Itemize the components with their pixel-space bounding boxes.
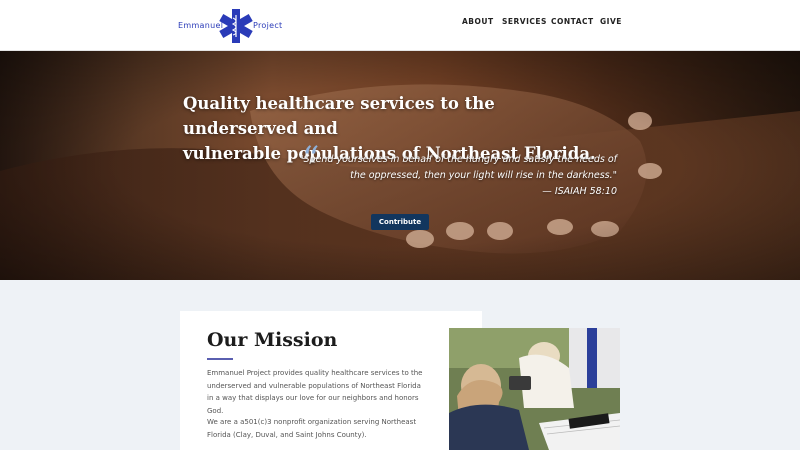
- mission-paragraph-1: Emmanuel Project provides quality health…: [207, 369, 423, 415]
- blood-pressure-check-image: [449, 328, 620, 450]
- scripture-quote: "Spend yourselves in behalf of the hungr…: [297, 152, 617, 200]
- hero-title-line-1: Quality healthcare services to the under…: [183, 94, 495, 138]
- hero-banner: Quality healthcare services to the under…: [0, 51, 800, 280]
- contribute-button[interactable]: Contribute: [371, 214, 429, 230]
- logo-word-project: Project: [253, 21, 283, 30]
- quote-line-2: the oppressed, then your light will rise…: [350, 170, 617, 181]
- nav-services[interactable]: SERVICES: [502, 17, 547, 26]
- nav-contact[interactable]: CONTACT: [551, 17, 594, 26]
- nav-give[interactable]: GIVE: [600, 17, 622, 26]
- nav-about[interactable]: ABOUT: [462, 17, 494, 26]
- site-logo[interactable]: Emmanuel Project: [175, 8, 290, 44]
- quote-source: — ISAIAH 58:10: [542, 186, 617, 197]
- star-of-life-icon: [219, 9, 253, 43]
- mission-card: Our Mission Emmanuel Project provides qu…: [180, 311, 482, 450]
- mission-photo: [449, 328, 620, 450]
- mission-paragraph-2: We are a a501(c)3 nonprofit organization…: [207, 418, 417, 439]
- mission-title: Our Mission: [207, 329, 338, 351]
- site-header: Emmanuel Project ABOUT SERVICES CONTACT …: [0, 0, 800, 51]
- title-divider: [207, 358, 233, 360]
- logo-word-emmanuel: Emmanuel: [178, 21, 224, 30]
- quote-line-1: "Spend yourselves in behalf of the hungr…: [299, 154, 617, 165]
